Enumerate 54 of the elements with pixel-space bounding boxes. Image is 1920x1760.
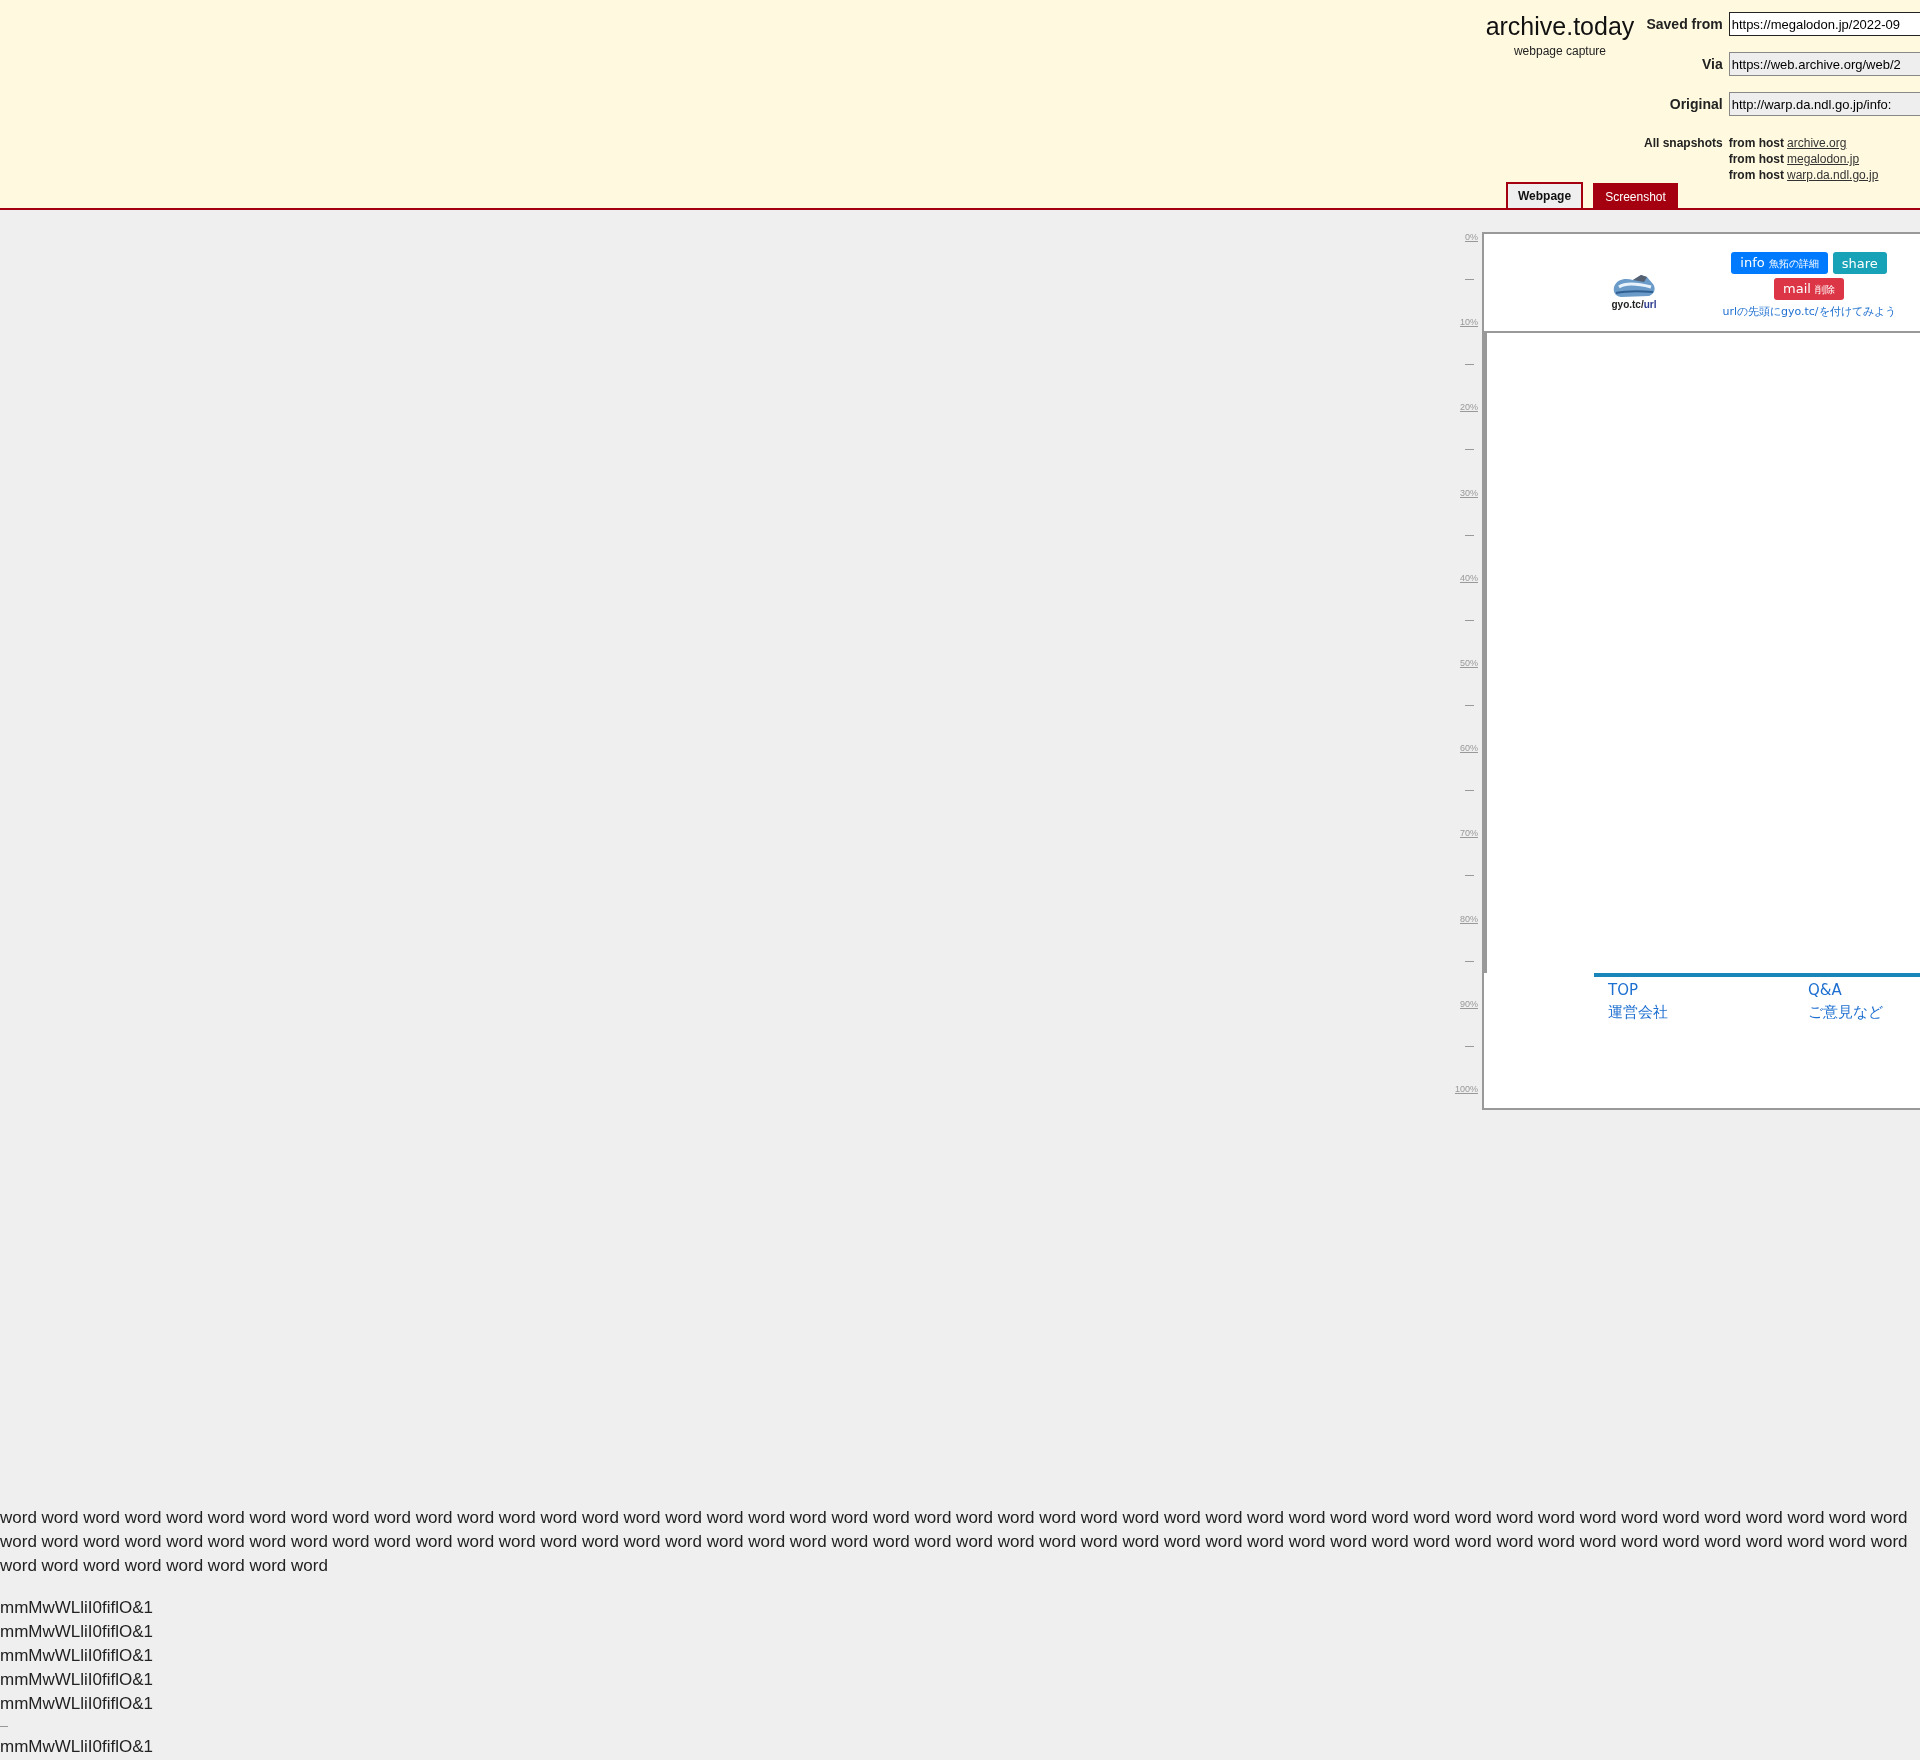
snapshot-link[interactable]: warp.da.ndl.go.jp xyxy=(1787,168,1879,182)
snapshot-link[interactable]: archive.org xyxy=(1787,136,1847,150)
scroll-percent-link[interactable]: 70% xyxy=(1460,828,1478,839)
footer-link[interactable]: Q&A xyxy=(1808,981,1842,999)
tab[interactable]: Webpage xyxy=(1506,182,1584,208)
sample-text-line: mmMwWLliI0fiflO&1 xyxy=(0,1621,153,1643)
snapshots-label: All snapshots xyxy=(1644,136,1723,150)
url-field[interactable]: http://warp.da.ndl.go.jp/info: xyxy=(1728,92,1920,116)
url-field[interactable]: https://megalodon.jp/2022-09 xyxy=(1728,12,1920,36)
scroll-percent-link[interactable]: 90% xyxy=(1460,998,1478,1009)
tick-mark xyxy=(1465,790,1474,792)
footer-link[interactable]: TOP xyxy=(1608,981,1638,999)
site-title: archive.today xyxy=(1485,12,1635,41)
tick-mark xyxy=(1465,1045,1474,1047)
preview-button[interactable]: mail 削除 xyxy=(1774,278,1844,300)
scroll-percent-link[interactable]: 60% xyxy=(1460,743,1478,754)
sample-text-line: mmMwWLliI0fiflO&1 xyxy=(0,1597,153,1619)
footer-link[interactable]: 運営会社 xyxy=(1608,1003,1668,1022)
tick-mark xyxy=(1465,449,1474,451)
sample-text-line: mmMwWLliI0fiflO&1 xyxy=(0,1693,153,1715)
scroll-percent-link[interactable]: 20% xyxy=(1460,402,1478,413)
tick-mark xyxy=(1465,279,1474,281)
sample-text-line: mmMwWLliI0fiflO&1 xyxy=(0,1736,153,1758)
scroll-percent-link[interactable]: 0% xyxy=(1465,232,1478,242)
scroll-percent-link[interactable]: 10% xyxy=(1460,317,1478,328)
tick-mark xyxy=(1465,364,1474,366)
site-subtitle: webpage capture xyxy=(1513,44,1607,58)
tagline-text: urlの先頭にgyo.tc/を付けてみよう xyxy=(1722,304,1896,319)
field-label: Via xyxy=(1700,56,1723,72)
body-paragraph: word word word word word word word word word word word word word word word word word word word word word word word word word word word word word word word word word word word word word word word word word word word word word word word word word word word word word word word word word word word word word word word word word word word word word word word word word word word word word word word word word word word word word word word word word word word word word word word word word word word word xyxy=(0,1507,1909,1577)
tick-mark xyxy=(1465,875,1474,877)
tick-mark xyxy=(1465,960,1474,962)
field-label: Original xyxy=(1668,96,1723,112)
scroll-percent-link[interactable]: 50% xyxy=(1460,657,1478,668)
snapshot-prefix: from host xyxy=(1728,152,1785,166)
preview-button[interactable]: info 魚拓の詳細 xyxy=(1731,252,1828,274)
url-field[interactable]: https://web.archive.org/web/2 xyxy=(1728,52,1920,76)
snapshot-link[interactable]: megalodon.jp xyxy=(1787,152,1860,166)
preview-button[interactable]: share xyxy=(1832,252,1887,274)
scroll-percent-link[interactable]: 100% xyxy=(1454,1083,1478,1094)
scroll-percent-link[interactable]: 80% xyxy=(1460,913,1478,924)
snapshot-prefix: from host xyxy=(1728,136,1785,150)
snapshot-prefix: from host xyxy=(1728,168,1785,182)
scroll-percent-link[interactable]: 30% xyxy=(1460,487,1478,498)
footer-link[interactable]: ご意見など xyxy=(1808,1003,1883,1022)
sample-text-line: mmMwWLliI0fiflO&1 xyxy=(0,1645,153,1667)
tick-mark xyxy=(1465,534,1474,536)
sample-text-line: mmMwWLliI0fiflO&1 xyxy=(0,1669,153,1691)
logo-caption: gyo.tc/url xyxy=(1611,299,1657,310)
scroll-percent-link[interactable]: 40% xyxy=(1460,572,1478,583)
field-label: Saved from xyxy=(1645,16,1723,32)
tab[interactable]: Screenshot xyxy=(1593,183,1678,208)
tick-mark xyxy=(1465,705,1474,707)
tick-mark xyxy=(1465,619,1474,621)
